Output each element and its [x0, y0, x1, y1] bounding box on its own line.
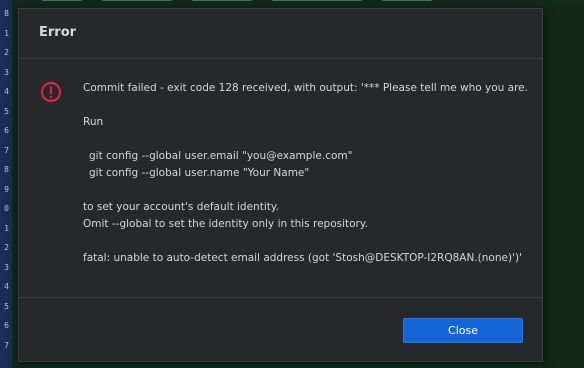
error-dialog: Error Commit failed - exit code 128 rece…: [18, 8, 543, 362]
line-number: 4: [4, 282, 9, 291]
line-number: 7: [4, 340, 9, 350]
line-number: 2: [4, 48, 9, 57]
line-number: 6: [4, 321, 9, 330]
message-line: fatal: unable to auto-detect email addre…: [83, 252, 522, 264]
line-number: 3: [4, 67, 9, 77]
line-number-gutter: 8 1 2 3 4 5 6 7 8 9 0 1 2 3 4 5 6 7: [0, 0, 12, 368]
line-number: 3: [4, 262, 9, 272]
line-number: 2: [4, 243, 9, 252]
dialog-footer: Close: [19, 297, 542, 361]
line-number: 8: [4, 165, 9, 174]
line-number: 4: [4, 87, 9, 96]
message-line: git config --global user.name "Your Name…: [89, 167, 310, 179]
line-number: 1: [4, 28, 9, 38]
message-line: Commit failed - exit code 128 received, …: [83, 82, 528, 94]
message-line: Run: [83, 116, 104, 128]
line-number: 7: [4, 145, 9, 155]
line-number: 5: [4, 106, 9, 116]
message-line: to set your account's default identity.: [83, 201, 279, 213]
line-number: 0: [4, 204, 9, 213]
line-number: 8: [4, 9, 9, 18]
editor-right-panel: [543, 6, 584, 368]
close-button[interactable]: Close: [403, 318, 523, 343]
dialog-title: Error: [39, 25, 77, 40]
line-number: 5: [4, 301, 9, 311]
message-line: Omit --global to set the identity only i…: [83, 218, 368, 230]
error-icon: [40, 81, 62, 103]
message-line: git config --global user.email "you@exam…: [89, 150, 353, 162]
editor-code-strip: [12, 0, 584, 6]
error-message: Commit failed - exit code 128 received, …: [83, 80, 533, 267]
dialog-header: Error: [19, 9, 542, 59]
line-number: 9: [4, 184, 9, 194]
line-number: 6: [4, 126, 9, 135]
line-number: 1: [4, 223, 9, 233]
